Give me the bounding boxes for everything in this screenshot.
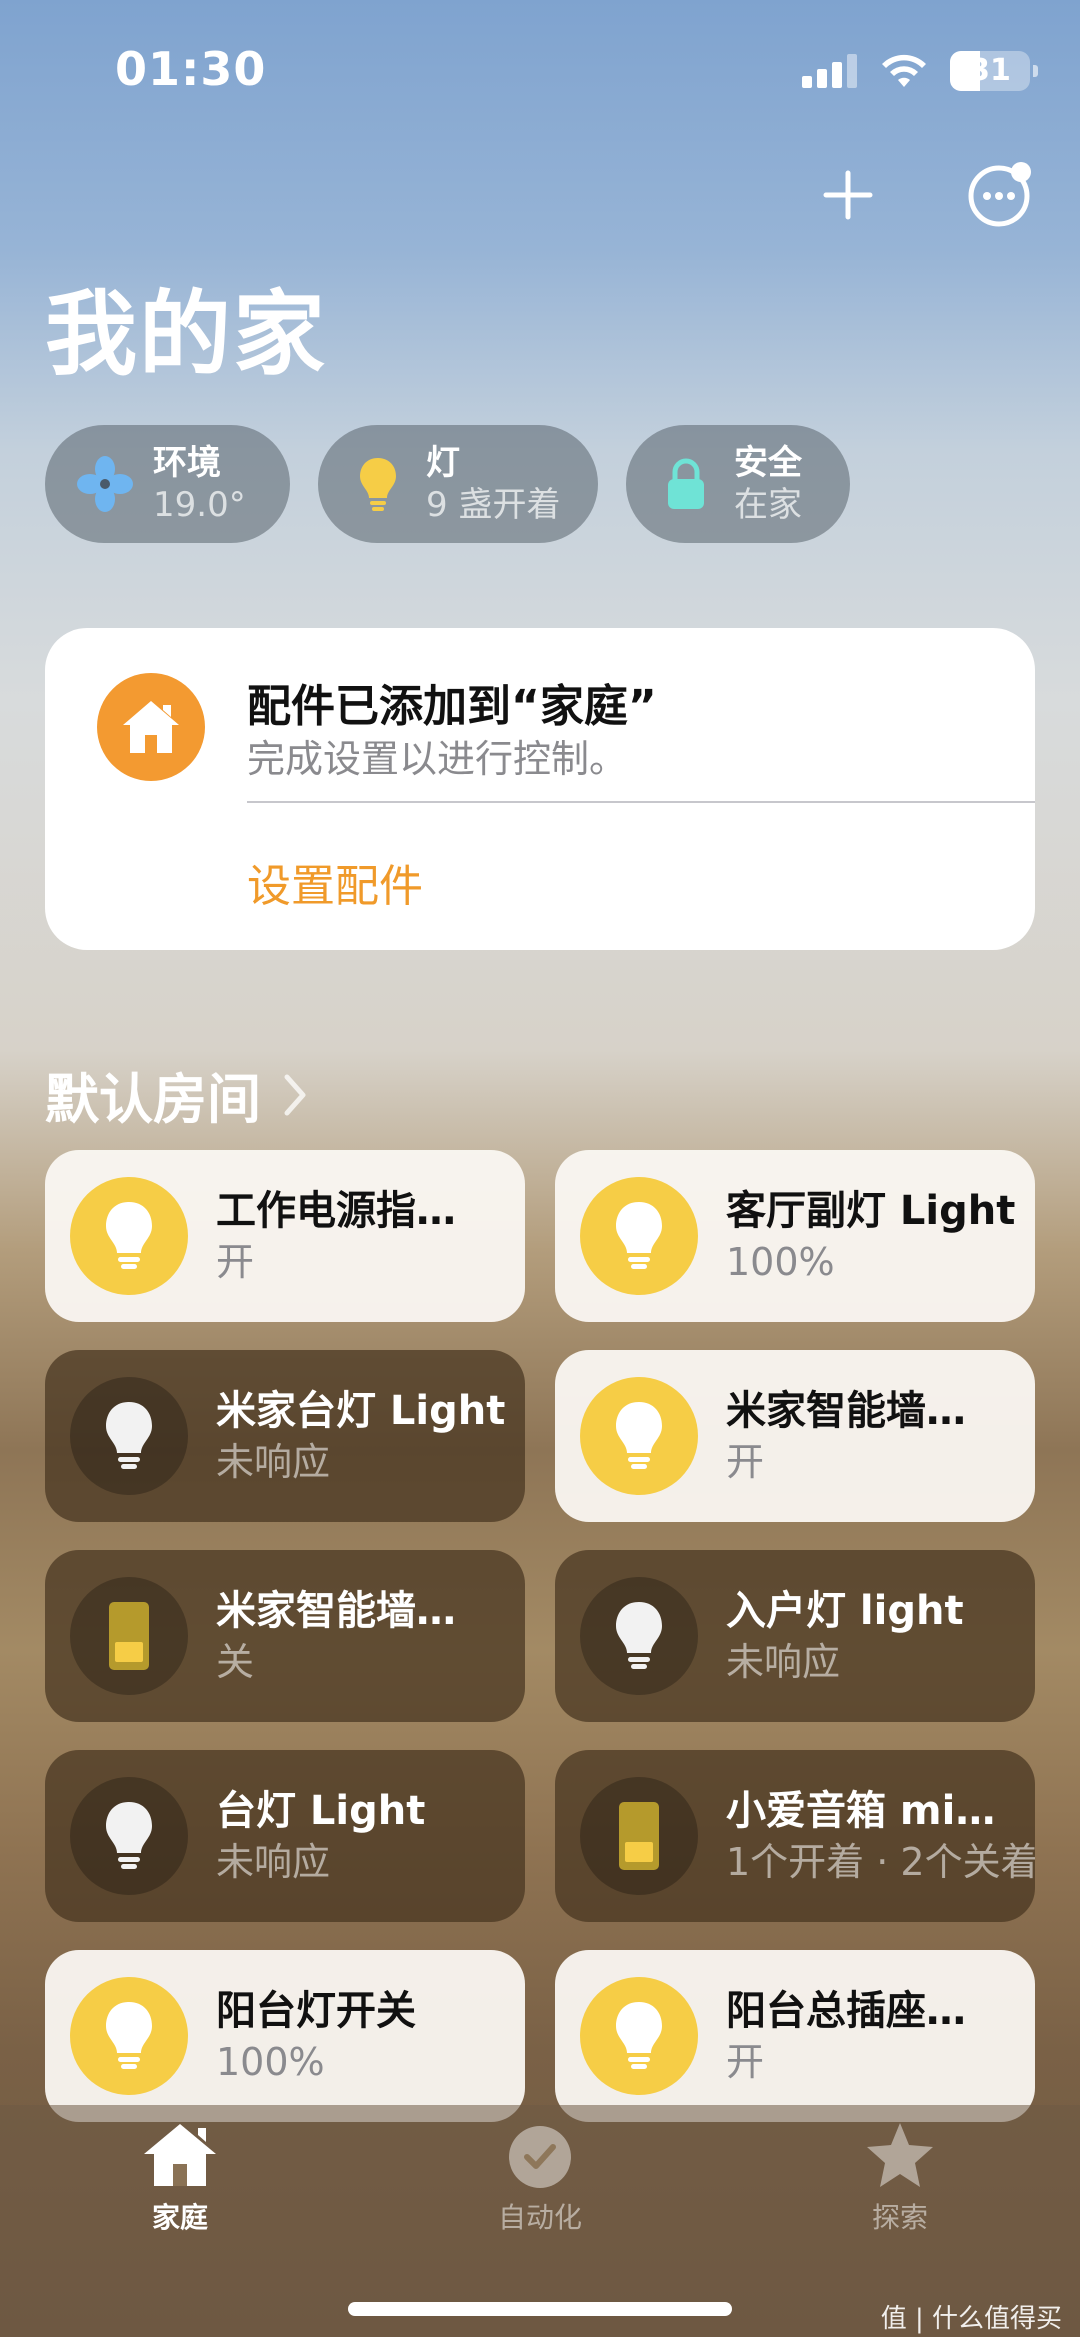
fan-icon	[75, 454, 135, 514]
accessory-tile[interactable]: 入户灯 light 未响应	[555, 1550, 1035, 1722]
lightbulb-icon[interactable]	[70, 1377, 188, 1495]
watermark: 值 | 什么值得买	[880, 2304, 1062, 2334]
battery-level: 31	[969, 53, 1011, 88]
accessory-tile[interactable]: 客厅副灯 Light 100%	[555, 1150, 1035, 1322]
more-button[interactable]	[960, 155, 1040, 235]
house-icon	[144, 2124, 216, 2186]
status-icons: 31	[802, 50, 1038, 92]
house-icon	[97, 673, 205, 781]
accessory-tile[interactable]: 米家智能墙… 开	[555, 1350, 1035, 1522]
accessory-status: 1个开着 · 2个关着	[726, 1840, 1035, 1884]
banner-title: 配件已添加到“家庭”	[247, 681, 657, 732]
home-indicator	[348, 2302, 732, 2316]
accessory-tile[interactable]: 工作电源指… 开	[45, 1150, 525, 1322]
lightbulb-icon	[348, 454, 408, 514]
category-value: 19.0°	[153, 485, 246, 525]
tab-label: 自动化	[497, 2201, 582, 2234]
accessory-status: 开	[726, 2040, 765, 2084]
accessory-status: 开	[216, 1240, 255, 1284]
accessory-status: 开	[726, 1440, 765, 1484]
lightbulb-icon[interactable]	[580, 1977, 698, 2095]
switch-icon[interactable]	[580, 1777, 698, 1895]
lightbulb-icon[interactable]	[70, 1977, 188, 2095]
accessory-status: 未响应	[726, 1640, 841, 1684]
lightbulb-icon[interactable]	[580, 1377, 698, 1495]
accessory-status: 100%	[216, 2040, 325, 2084]
accessory-name: 米家智能墙…	[216, 1588, 456, 1634]
accessory-tile[interactable]: 阳台灯开关 100%	[45, 1950, 525, 2122]
accessory-name: 小爱音箱 mi…	[726, 1788, 996, 1834]
category-title: 安全	[734, 443, 802, 483]
banner-divider	[247, 801, 1035, 803]
section-title: 默认房间	[45, 1068, 261, 1131]
battery-icon: 31	[950, 51, 1038, 91]
category-value: 9 盏开着	[426, 485, 561, 525]
accessory-name: 工作电源指…	[216, 1188, 456, 1234]
accessory-name: 阳台灯开关	[216, 1988, 416, 2034]
wifi-icon	[882, 54, 926, 87]
switch-icon[interactable]	[70, 1577, 188, 1695]
accessory-name: 台灯 Light	[216, 1788, 426, 1834]
accessory-status: 未响应	[216, 1440, 331, 1484]
status-time: 01:30	[115, 42, 267, 96]
accessory-name: 米家智能墙…	[726, 1388, 966, 1434]
accessory-status: 未响应	[216, 1840, 331, 1884]
accessory-status: 100%	[726, 1240, 835, 1284]
chevron-right-icon	[284, 1074, 306, 1115]
tab-home[interactable]: 家庭	[80, 2120, 280, 2236]
category-title: 灯	[426, 443, 460, 483]
category-climate[interactable]: 环境 19.0°	[45, 425, 290, 543]
accessory-name: 阳台总插座…	[726, 1988, 966, 2034]
accessory-name: 米家台灯 Light	[216, 1388, 506, 1434]
accessory-tile[interactable]: 米家台灯 Light 未响应	[45, 1350, 525, 1522]
lightbulb-icon[interactable]	[580, 1577, 698, 1695]
clock-check-icon	[509, 2126, 571, 2188]
cellular-signal-icon	[802, 54, 857, 88]
tab-discover[interactable]: 探索	[800, 2120, 1000, 2236]
page-title: 我的家	[45, 281, 328, 388]
tab-label: 家庭	[151, 2201, 208, 2234]
lock-icon	[656, 454, 716, 514]
star-icon	[867, 2123, 933, 2187]
banner-subtitle: 完成设置以进行控制。	[247, 737, 628, 781]
category-value: 在家	[734, 485, 802, 525]
lightbulb-icon[interactable]	[70, 1177, 188, 1295]
accessory-tile[interactable]: 阳台总插座… 开	[555, 1950, 1035, 2122]
category-lights[interactable]: 灯 9 盏开着	[318, 425, 598, 543]
category-title: 环境	[153, 443, 221, 483]
tab-label: 探索	[871, 2201, 928, 2234]
category-security[interactable]: 安全 在家	[626, 425, 850, 543]
section-default-room[interactable]: 默认房间	[45, 1055, 307, 1134]
accessory-tile[interactable]: 米家智能墙… 关	[45, 1550, 525, 1722]
accessory-tile[interactable]: 小爱音箱 mi… 1个开着 · 2个关着	[555, 1750, 1035, 1922]
add-button[interactable]	[808, 155, 888, 235]
setup-accessory-button[interactable]: 设置配件	[247, 850, 423, 914]
accessory-status: 关	[216, 1640, 255, 1684]
ellipsis-circle-icon	[968, 162, 1031, 227]
tab-automation[interactable]: 自动化	[440, 2120, 640, 2236]
lightbulb-icon[interactable]	[580, 1177, 698, 1295]
lightbulb-icon[interactable]	[70, 1777, 188, 1895]
accessory-name: 入户灯 light	[726, 1588, 964, 1634]
plus-icon	[823, 170, 873, 220]
accessory-name: 客厅副灯 Light	[726, 1188, 1016, 1234]
accessory-tile[interactable]: 台灯 Light 未响应	[45, 1750, 525, 1922]
accessory-added-banner: 配件已添加到“家庭” 完成设置以进行控制。 设置配件	[45, 628, 1035, 950]
